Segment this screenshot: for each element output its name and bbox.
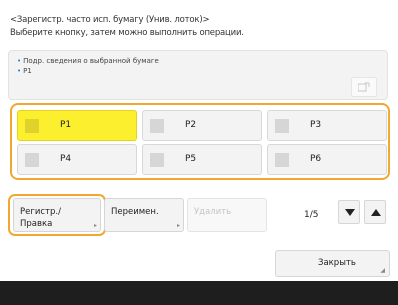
paper-button-label: P3 — [310, 120, 322, 130]
arrow-up-icon — [371, 209, 381, 216]
paper-swatch-icon — [275, 119, 289, 133]
close-button[interactable]: Закрыть ◢ — [275, 250, 390, 277]
paper-button-p2[interactable]: P2 — [142, 110, 262, 141]
screen-title: <Зарегистр. часто исп. бумагу (Унив. лот… — [10, 15, 210, 25]
bullet-icon: • — [17, 57, 22, 65]
paper-swatch-icon — [150, 119, 164, 133]
paper-button-label: P4 — [60, 154, 72, 164]
paper-swatch-icon — [275, 153, 289, 167]
paper-button-p6[interactable]: P6 — [267, 144, 387, 175]
register-label-line2: Правка — [20, 219, 53, 229]
paper-button-label: P5 — [185, 154, 197, 164]
rename-label: Переимен. — [111, 207, 159, 217]
paper-button-label: P2 — [185, 120, 197, 130]
close-label: Закрыть — [318, 258, 356, 268]
page-indicator: 1/5 — [304, 210, 319, 220]
page-up-button[interactable] — [364, 200, 386, 224]
details-label: Подр. сведения о выбранной бумаге — [23, 57, 159, 65]
register-label-line1: Регистр./ — [20, 207, 61, 217]
details-button[interactable] — [351, 77, 377, 97]
corner-arrow-icon: ◢ — [380, 267, 385, 274]
details-icon — [358, 82, 370, 92]
corner-arrow-icon: ▸ — [93, 222, 97, 229]
bullet-icon: • — [17, 67, 22, 75]
paper-swatch-icon — [25, 153, 39, 167]
footer-bar — [0, 281, 398, 305]
rename-button[interactable]: Переимен. ▸ — [104, 198, 184, 232]
paper-button-label: P1 — [60, 120, 72, 130]
paper-details-panel: • Подр. сведения о выбранной бумаге • P1 — [8, 50, 388, 100]
paper-button-p4[interactable]: P4 — [17, 144, 137, 175]
corner-arrow-icon: ▸ — [176, 222, 180, 229]
register-edit-button[interactable]: Регистр./ Правка ▸ — [13, 198, 101, 232]
paper-button-label: P6 — [310, 154, 322, 164]
paper-swatch-icon — [25, 119, 39, 133]
paper-button-p5[interactable]: P5 — [142, 144, 262, 175]
header: <Зарегистр. часто исп. бумагу (Унив. лот… — [10, 14, 390, 40]
delete-label: Удалить — [194, 207, 232, 217]
details-value: P1 — [23, 67, 32, 75]
paper-swatch-icon — [150, 153, 164, 167]
arrow-down-icon — [345, 209, 355, 216]
paper-button-p3[interactable]: P3 — [267, 110, 387, 141]
instruction-text: Выберите кнопку, затем можно выполнить о… — [10, 28, 244, 38]
paper-button-p1[interactable]: P1 — [17, 110, 137, 141]
delete-button[interactable]: Удалить — [187, 198, 267, 232]
page-down-button[interactable] — [338, 200, 360, 224]
